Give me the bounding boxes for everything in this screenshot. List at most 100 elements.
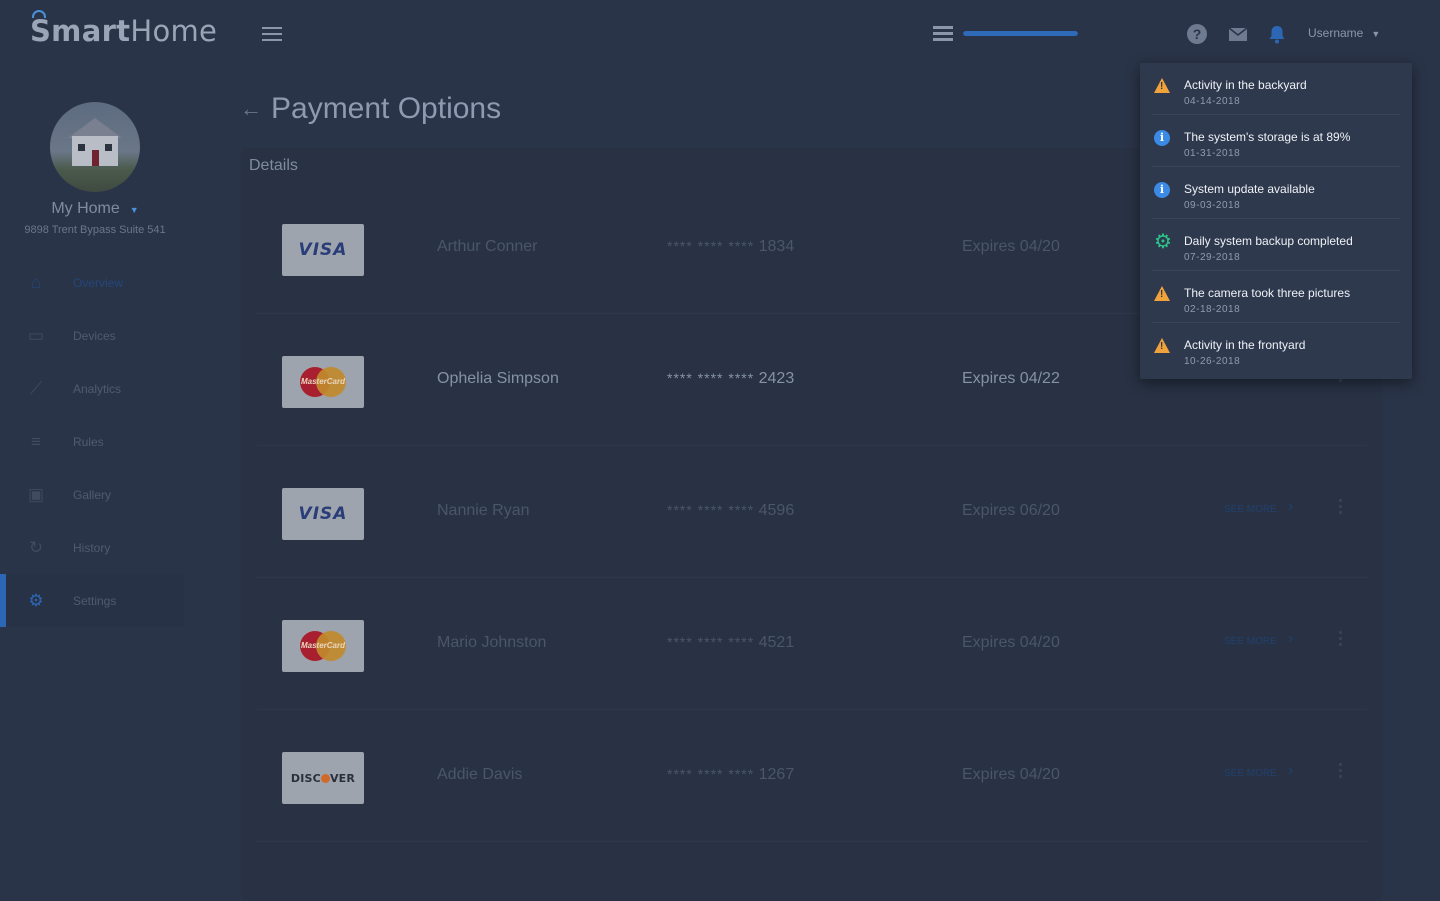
card-last4: 4596: [758, 502, 795, 519]
gear-icon: ⚙: [28, 590, 44, 610]
sidebar-item-label: Gallery: [73, 487, 112, 502]
sidebar-item-analytics[interactable]: ⟋ Analytics: [0, 362, 184, 415]
home-selector[interactable]: My Home ▼: [0, 200, 190, 218]
warning-icon: [1154, 78, 1171, 95]
home-avatar[interactable]: [50, 102, 140, 192]
notification-date: 02-18-2018: [1184, 304, 1241, 315]
see-more-link[interactable]: SEE MORE: [1224, 636, 1277, 647]
cardholder-name: Addie Davis: [437, 766, 523, 783]
home-icon: ⌂: [30, 272, 42, 292]
more-options-icon[interactable]: [1339, 631, 1343, 647]
card-brand: DISC VER: [290, 771, 356, 785]
gear-icon: ⚙: [1154, 231, 1172, 253]
house-window: [105, 144, 112, 151]
notification-item[interactable]: i System update available 09-03-2018: [1152, 167, 1400, 219]
card-brand: MasterCard: [300, 377, 345, 386]
sidebar-item-history[interactable]: ↻ History: [0, 521, 184, 574]
card-last4: 1834: [758, 238, 795, 255]
sidebar-item-overview[interactable]: ⌂ Overview: [0, 256, 184, 309]
card-last4: 4521: [758, 634, 795, 651]
user-menu[interactable]: Username ▼: [1308, 26, 1380, 40]
wifi-icon: [32, 10, 46, 18]
card-last4: 2423: [758, 370, 795, 387]
card-expiry: Expires 04/20: [962, 634, 1060, 651]
details-label: Details: [249, 157, 298, 174]
card-expiry: Expires 04/20: [962, 238, 1060, 255]
masked-digits: **** **** ****: [667, 370, 755, 386]
home-address: 9898 Trent Bypass Suite 541: [24, 224, 166, 236]
home-name: My Home: [51, 200, 120, 217]
sidebar-nav: ⌂ Overview ▭ Devices ⟋ Analytics ≡ Rules…: [0, 256, 184, 627]
card-number: **** **** **** 2423: [667, 370, 794, 388]
sidebar-item-label: Overview: [73, 275, 124, 290]
notification-item[interactable]: Activity in the frontyard 10-26-2018: [1152, 323, 1400, 375]
payment-row: VISA Nannie Ryan **** **** **** 4596 Exp…: [257, 446, 1367, 578]
info-icon: i: [1154, 182, 1171, 199]
sidebar-item-gallery[interactable]: ▣ Gallery: [0, 468, 184, 521]
notification-item[interactable]: ⚙ Daily system backup completed 07-29-20…: [1152, 219, 1400, 271]
house-window: [78, 144, 85, 151]
notification-title: The system's storage is at 89%: [1184, 130, 1351, 144]
card-brand: VISA: [298, 504, 348, 524]
payment-row: DISC VER Addie Davis **** **** **** 1267 …: [257, 710, 1367, 842]
card-number: **** **** **** 4596: [667, 502, 794, 520]
help-icon[interactable]: ?: [1187, 24, 1207, 44]
smarthome-logo[interactable]: SmartHome: [30, 10, 217, 48]
sidebar-item-rules[interactable]: ≡ Rules: [0, 415, 184, 468]
card-brand: VISA: [298, 240, 348, 260]
mastercard-card-logo: MasterCard: [282, 620, 364, 672]
masked-digits: **** **** ****: [667, 238, 755, 254]
chevron-down-icon: ▼: [1371, 29, 1381, 39]
see-more-link[interactable]: SEE MORE: [1224, 504, 1277, 515]
sidebar-item-devices[interactable]: ▭ Devices: [0, 309, 184, 362]
visa-card-logo: VISA: [282, 224, 364, 276]
notification-date: 04-14-2018: [1184, 96, 1241, 107]
notification-date: 10-26-2018: [1184, 356, 1241, 367]
cardholder-name: Nannie Ryan: [437, 502, 530, 519]
notification-item[interactable]: Activity in the backyard 04-14-2018: [1152, 63, 1400, 115]
more-options-icon[interactable]: [1339, 499, 1343, 515]
chevron-down-icon: ▼: [129, 205, 139, 215]
notification-date: 07-29-2018: [1184, 252, 1241, 263]
chevron-right-icon[interactable]: ›: [1288, 498, 1293, 516]
card-last4: 1267: [758, 766, 795, 783]
history-icon: ↻: [28, 537, 44, 557]
back-arrow-icon[interactable]: ←: [240, 96, 262, 122]
cardholder-name: Ophelia Simpson: [437, 370, 559, 387]
house-roof: [68, 118, 122, 138]
warning-icon: [1154, 338, 1171, 355]
warning-icon: [1154, 286, 1171, 303]
gallery-icon: ▣: [27, 484, 45, 504]
mastercard-card-logo: MasterCard: [282, 356, 364, 408]
notification-title: Activity in the backyard: [1184, 78, 1307, 92]
card-expiry: Expires 04/22: [962, 370, 1060, 387]
mail-icon[interactable]: [1228, 24, 1248, 44]
sidebar-item-label: Rules: [73, 434, 104, 449]
sidebar-item-label: Devices: [73, 328, 116, 343]
notification-item[interactable]: i The system's storage is at 89% 01-31-2…: [1152, 115, 1400, 167]
cardholder-name: Arthur Conner: [437, 238, 538, 255]
top-bar: SmartHome ? Username ▼: [0, 0, 1440, 66]
cardholder-name: Mario Johnston: [437, 634, 547, 651]
chevron-right-icon[interactable]: ›: [1288, 762, 1293, 780]
visa-card-logo: VISA: [282, 488, 364, 540]
masked-digits: **** **** ****: [667, 634, 755, 650]
card-number: **** **** **** 1267: [667, 766, 794, 784]
sidebar: My Home ▼ 9898 Trent Bypass Suite 541 ⌂ O…: [0, 66, 190, 901]
see-more-link[interactable]: SEE MORE: [1224, 768, 1277, 779]
list-icon[interactable]: [933, 26, 953, 42]
username-label: Username: [1308, 26, 1364, 40]
hamburger-menu-icon[interactable]: [262, 27, 282, 41]
card-expiry: Expires 04/20: [962, 766, 1060, 783]
progress-bar-fill: [963, 31, 1078, 36]
discover-card-logo: DISC VER: [282, 752, 364, 804]
rules-icon: ≡: [31, 431, 41, 451]
bell-icon[interactable]: [1267, 24, 1287, 44]
house-image: [72, 136, 118, 166]
notification-date: 09-03-2018: [1184, 200, 1241, 211]
chevron-right-icon[interactable]: ›: [1288, 630, 1293, 648]
notifications-dropdown: Activity in the backyard 04-14-2018 i Th…: [1140, 63, 1412, 379]
more-options-icon[interactable]: [1339, 763, 1343, 779]
sidebar-item-settings[interactable]: ⚙ Settings: [0, 574, 184, 627]
notification-item[interactable]: The camera took three pictures 02-18-201…: [1152, 271, 1400, 323]
